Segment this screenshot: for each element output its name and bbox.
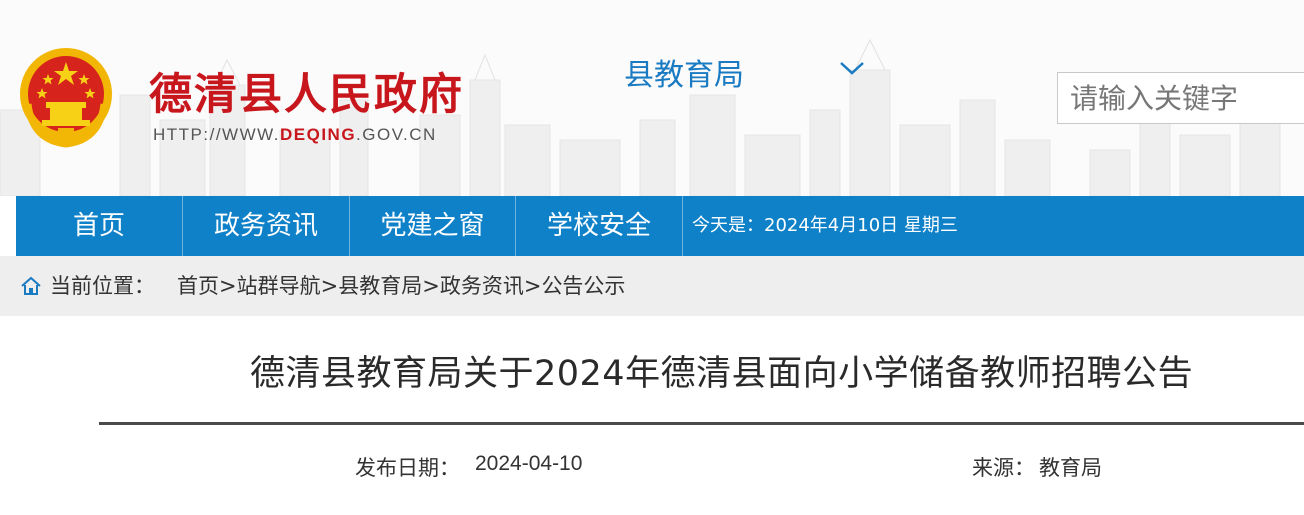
site-url-suffix: .GOV.CN	[356, 125, 437, 144]
nav-left-edge	[0, 196, 16, 256]
breadcrumb-notices[interactable]: 公告公示	[541, 274, 625, 298]
breadcrumb-education-bureau[interactable]: 县教育局	[338, 274, 422, 298]
chevron-down-icon[interactable]	[838, 58, 866, 78]
breadcrumb-site-nav[interactable]: 站群导航	[237, 274, 321, 298]
breadcrumb-label: 当前位置：	[50, 274, 155, 298]
breadcrumb: 首页>站群导航>县教育局>政务资讯>公告公示	[177, 256, 625, 316]
site-url-prefix: HTTP://WWW.	[153, 125, 280, 144]
breadcrumb-separator: >	[219, 274, 237, 298]
breadcrumb-separator: >	[422, 274, 440, 298]
breadcrumb-separator: >	[523, 274, 542, 298]
breadcrumb-home[interactable]: 首页	[177, 274, 219, 298]
nav-item-home[interactable]: 首页	[16, 196, 182, 256]
title-divider	[99, 422, 1304, 425]
main-nav: 首页 政务资讯 党建之窗 学校安全 今天是：2024年4月10日 星期三	[0, 196, 1304, 256]
site-title: 德清县人民政府	[149, 70, 464, 120]
nav-divider	[682, 196, 683, 256]
site-header: 德清县人民政府 HTTP://WWW.DEQING.GOV.CN 县教育局	[0, 0, 1304, 196]
nav-item-school-safety[interactable]: 学校安全	[516, 196, 682, 256]
national-emblem	[20, 48, 112, 148]
home-icon	[21, 276, 41, 295]
site-url: HTTP://WWW.DEQING.GOV.CN	[153, 125, 437, 145]
search-box[interactable]	[1057, 72, 1304, 124]
nav-item-news[interactable]: 政务资讯	[183, 196, 349, 256]
search-input[interactable]	[1058, 73, 1304, 123]
site-url-highlight: DEQING	[279, 125, 357, 144]
station-selector[interactable]: 县教育局	[624, 50, 874, 93]
source-label: 来源：	[972, 456, 1035, 480]
publish-date: 2024-04-10	[475, 452, 583, 475]
nav-item-party[interactable]: 党建之窗	[350, 196, 515, 256]
breadcrumb-news[interactable]: 政务资讯	[440, 274, 524, 298]
today-date: 今天是：2024年4月10日 星期三	[692, 215, 958, 236]
breadcrumb-separator: >	[320, 274, 339, 298]
station-name: 县教育局	[624, 58, 744, 93]
publish-date-label: 发布日期：	[355, 456, 460, 480]
article-title: 德清县教育局关于2024年德清县面向小学储备教师招聘公告	[250, 354, 1194, 394]
source-value: 教育局	[1039, 456, 1102, 480]
